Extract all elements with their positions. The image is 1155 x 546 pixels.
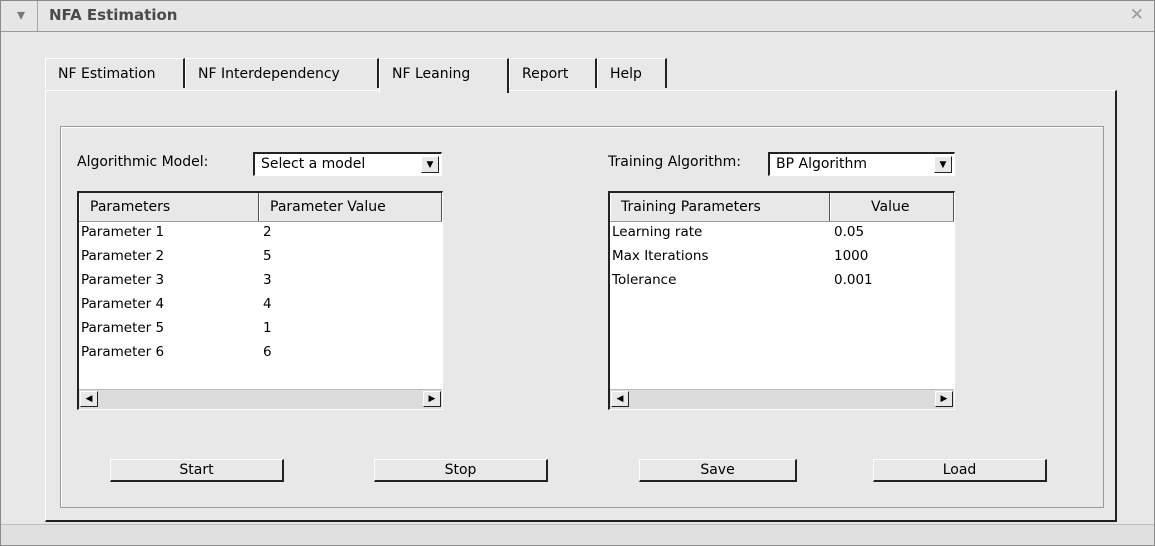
bottom-status-strip <box>1 524 1154 545</box>
parameter-value: 4 <box>263 296 272 312</box>
training-parameter-name: Max Iterations <box>612 248 709 264</box>
algorithmic-model-label: Algorithmic Model: <box>77 154 209 170</box>
parameter-name: Parameter 2 <box>81 248 165 264</box>
table-body: Learning rate 0.05 Max Iterations 1000 T… <box>610 222 954 294</box>
table-body: Parameter 1 2 Parameter 2 5 Parameter 3 … <box>79 222 442 366</box>
triangle-down-icon[interactable]: ▼ <box>421 156 439 173</box>
table-row[interactable]: Max Iterations 1000 <box>610 246 954 270</box>
tab-label: Help <box>610 66 642 82</box>
start-button[interactable]: Start <box>110 459 284 482</box>
table-row[interactable]: Parameter 2 5 <box>79 246 442 270</box>
tab-nf-estimation[interactable]: NF Estimation <box>45 58 185 88</box>
training-parameter-name: Learning rate <box>612 224 703 240</box>
title-bar[interactable]: ▾ NFA Estimation ✕ <box>1 1 1154 32</box>
algorithmic-model-select[interactable]: Select a model ▼ <box>253 152 442 176</box>
training-parameter-name: Tolerance <box>612 272 677 288</box>
horizontal-scrollbar[interactable]: ◀ ▶ <box>79 389 442 409</box>
parameter-name: Parameter 1 <box>81 224 165 240</box>
select-value: Select a model <box>261 156 366 172</box>
tab-label: NF Estimation <box>58 66 156 82</box>
table-row[interactable]: Learning rate 0.05 <box>610 222 954 246</box>
window-title: NFA Estimation <box>49 6 178 24</box>
arrow-left-icon[interactable]: ◀ <box>611 391 629 407</box>
load-button[interactable]: Load <box>873 459 1047 482</box>
title-separator <box>37 1 38 31</box>
parameter-name: Parameter 6 <box>81 344 165 360</box>
parameters-table[interactable]: Parameters Parameter Value Parameter 1 2… <box>77 191 443 410</box>
table-row[interactable]: Parameter 5 1 <box>79 318 442 342</box>
select-value: BP Algorithm <box>776 156 868 172</box>
tab-nf-leaning[interactable]: NF Leaning <box>379 58 509 93</box>
training-parameter-value: 1000 <box>834 248 869 264</box>
application-window: ▾ NFA Estimation ✕ NF Estimation NF Inte… <box>0 0 1155 546</box>
tab-report[interactable]: Report <box>509 58 597 88</box>
chevron-down-icon[interactable]: ▾ <box>11 4 31 26</box>
arrow-right-icon[interactable]: ▶ <box>423 391 441 407</box>
save-button[interactable]: Save <box>639 459 797 482</box>
table-row[interactable]: Parameter 6 6 <box>79 342 442 366</box>
table-row[interactable]: Parameter 3 3 <box>79 270 442 294</box>
parameter-name: Parameter 5 <box>81 320 165 336</box>
parameter-value: 6 <box>263 344 272 360</box>
arrow-left-icon[interactable]: ◀ <box>80 391 98 407</box>
tab-panel: Algorithmic Model: Select a model ▼ Para… <box>45 90 1117 522</box>
stop-button[interactable]: Stop <box>374 459 548 482</box>
triangle-down-icon[interactable]: ▼ <box>934 156 952 173</box>
tab-label: NF Interdependency <box>198 66 340 82</box>
column-header-training-parameters[interactable]: Training Parameters <box>610 193 830 221</box>
close-icon[interactable]: ✕ <box>1130 5 1144 25</box>
parameter-value: 5 <box>263 248 272 264</box>
parameter-name: Parameter 4 <box>81 296 165 312</box>
content-group: Algorithmic Model: Select a model ▼ Para… <box>60 126 1104 508</box>
table-header: Parameters Parameter Value <box>79 193 442 222</box>
column-header-parameter-value[interactable]: Parameter Value <box>259 193 442 221</box>
arrow-right-icon[interactable]: ▶ <box>935 391 953 407</box>
tab-label: Report <box>522 66 569 82</box>
table-header: Training Parameters Value <box>610 193 954 222</box>
tab-help[interactable]: Help <box>597 58 667 88</box>
training-algorithm-select[interactable]: BP Algorithm ▼ <box>768 152 955 176</box>
table-row[interactable]: Tolerance 0.001 <box>610 270 954 294</box>
parameter-name: Parameter 3 <box>81 272 165 288</box>
tab-nf-interdependency[interactable]: NF Interdependency <box>185 58 379 88</box>
training-parameters-table[interactable]: Training Parameters Value Learning rate … <box>608 191 955 410</box>
training-algorithm-label: Training Algorithm: <box>608 154 741 170</box>
parameter-value: 1 <box>263 320 272 336</box>
parameter-value: 2 <box>263 224 272 240</box>
parameter-value: 3 <box>263 272 272 288</box>
column-header-value[interactable]: Value <box>830 193 954 221</box>
table-row[interactable]: Parameter 1 2 <box>79 222 442 246</box>
tab-label: NF Leaning <box>392 66 471 82</box>
training-parameter-value: 0.05 <box>834 224 865 240</box>
horizontal-scrollbar[interactable]: ◀ ▶ <box>610 389 954 409</box>
training-parameter-value: 0.001 <box>834 272 873 288</box>
column-header-parameters[interactable]: Parameters <box>79 193 259 221</box>
table-row[interactable]: Parameter 4 4 <box>79 294 442 318</box>
